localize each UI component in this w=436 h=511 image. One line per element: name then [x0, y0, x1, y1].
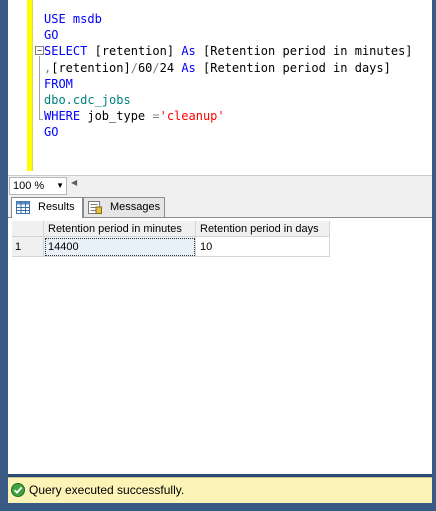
- status-bar: Query executed successfully.: [8, 477, 432, 503]
- change-tracking-bar: [27, 0, 33, 171]
- outline-line-end: [39, 119, 43, 120]
- zoom-select[interactable]: 100 % ▼: [9, 177, 67, 195]
- outline-line: [39, 56, 40, 120]
- messages-icon: [88, 201, 102, 214]
- code-line: GO: [44, 124, 413, 140]
- window-border-right: [432, 0, 436, 511]
- grid-cell[interactable]: 10: [196, 237, 330, 257]
- editor-gutter: [8, 0, 27, 175]
- column-header[interactable]: Retention period in days: [196, 221, 330, 237]
- sql-editor[interactable]: − USE msdb GO SELECT [retention] As [Reten…: [8, 0, 432, 175]
- sql-code[interactable]: USE msdb GO SELECT [retention] As [Retenti…: [44, 11, 413, 141]
- code-line: WHERE job_type ='cleanup': [44, 109, 225, 124]
- zoom-bar: 100 % ▼ ◀: [8, 175, 432, 195]
- query-window: − USE msdb GO SELECT [retention] As [Reten…: [0, 0, 436, 511]
- dropdown-arrow-icon[interactable]: ▼: [56, 178, 64, 194]
- code-line: ,[retention]/60/24 As [Retention period …: [44, 60, 391, 75]
- code-line: USE msdb: [44, 11, 413, 27]
- code-line: SELECT [retention] As [Retention period …: [44, 44, 413, 59]
- code-line: FROM: [44, 76, 413, 92]
- zoom-value: 100 %: [13, 180, 45, 192]
- grid-icon: [16, 201, 30, 214]
- tab-results[interactable]: Results: [11, 197, 83, 218]
- collapse-toggle-icon[interactable]: −: [35, 46, 44, 55]
- window-border-left: [0, 0, 8, 511]
- code-line-text: FROM: [44, 76, 73, 91]
- success-check-icon: [11, 483, 25, 497]
- column-header[interactable]: Retention period in minutes: [44, 221, 196, 237]
- scroll-left-arrow-icon[interactable]: ◀: [71, 178, 77, 187]
- status-text: Query executed successfully.: [29, 483, 185, 497]
- code-line-text: USE msdb: [44, 12, 102, 26]
- tab-messages[interactable]: Messages: [83, 197, 165, 217]
- code-line: GO: [44, 27, 413, 43]
- window-border-bottom: [0, 503, 436, 511]
- code-line-text: GO: [44, 125, 59, 140]
- tab-messages-label: Messages: [110, 201, 161, 213]
- code-line: dbo.cdc_jobs: [44, 92, 413, 108]
- grid-cell[interactable]: 14400: [44, 237, 196, 257]
- code-line-text: dbo.cdc_jobs: [44, 93, 131, 108]
- tab-results-label: Results: [38, 201, 75, 213]
- results-tabstrip: Results Messages: [8, 195, 432, 218]
- row-number[interactable]: 1: [12, 237, 44, 257]
- row-header-corner[interactable]: [12, 221, 44, 237]
- results-pane: Results Messages Retention period in min…: [8, 195, 432, 474]
- code-line-text: GO: [44, 28, 59, 43]
